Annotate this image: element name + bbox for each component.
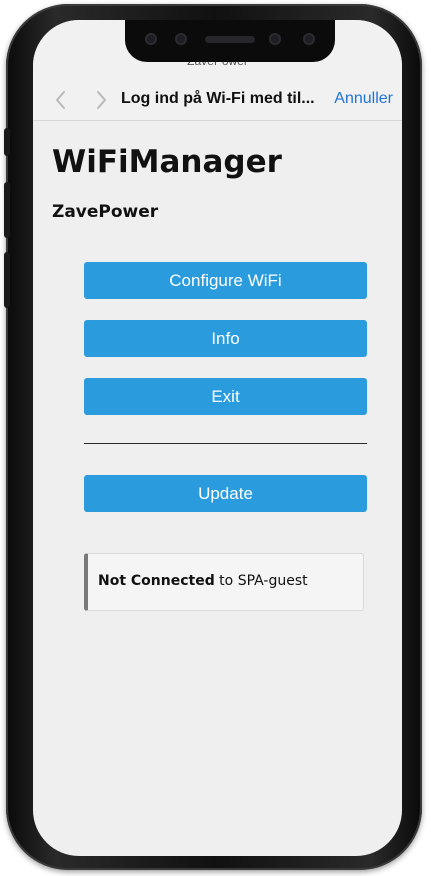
front-camera <box>269 33 281 45</box>
mute-switch <box>4 128 10 156</box>
camera-dot <box>175 33 187 45</box>
info-button[interactable]: Info <box>84 320 367 357</box>
connection-status-box: Not Connected to SPA-guest <box>84 553 364 611</box>
status-state: Not Connected <box>98 573 215 589</box>
volume-down-button <box>4 252 10 308</box>
sensor-dot <box>145 33 157 45</box>
divider <box>84 443 367 444</box>
device-frame: ZavePower Log ind på Wi-Fi med til... An… <box>0 0 431 876</box>
page-title: WiFiManager <box>52 144 282 180</box>
chevron-left-icon[interactable] <box>51 88 71 112</box>
chevron-right-icon[interactable] <box>91 88 111 112</box>
configure-wifi-button[interactable]: Configure WiFi <box>84 262 367 299</box>
navigation-bar: Log ind på Wi-Fi med til... Annuller <box>33 88 402 112</box>
notch <box>125 20 335 62</box>
volume-up-button <box>4 182 10 238</box>
face-id-sensor <box>303 33 315 45</box>
update-button[interactable]: Update <box>84 475 367 512</box>
exit-button[interactable]: Exit <box>84 378 367 415</box>
cancel-button[interactable]: Annuller <box>334 90 393 108</box>
wifimanager-page: WiFiManager ZavePower <box>52 140 335 224</box>
device-name: ZavePower <box>52 202 159 222</box>
sheet-title: Log ind på Wi-Fi med til... <box>121 90 315 107</box>
connection-status-text: Not Connected to SPA-guest <box>98 573 308 589</box>
earpiece-speaker <box>205 36 255 43</box>
status-network: to SPA-guest <box>214 573 308 589</box>
